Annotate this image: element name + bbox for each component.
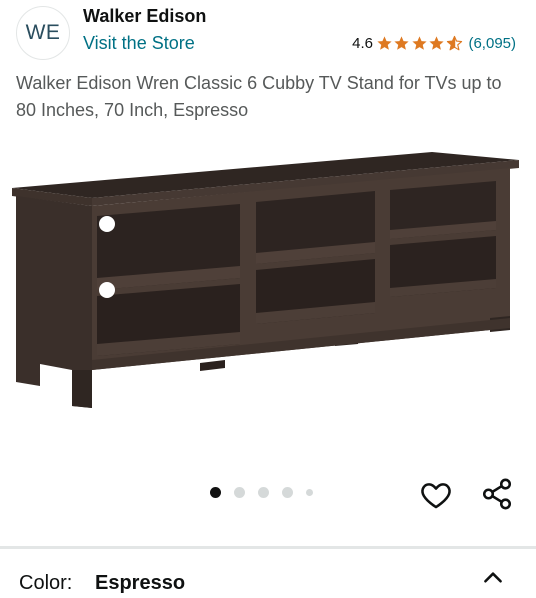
product-image-tv-stand[interactable] — [0, 138, 536, 428]
star-icon — [377, 36, 392, 50]
image-carousel-indicator[interactable] — [210, 487, 326, 498]
visit-store-link[interactable]: Visit the Store — [83, 33, 195, 54]
product-title: Walker Edison Wren Classic 6 Cubby TV St… — [16, 73, 502, 120]
star-icon — [412, 36, 427, 50]
brand-logo[interactable]: WE — [16, 6, 70, 60]
rating-summary[interactable]: 4.6 (6,095) — [352, 35, 516, 52]
brand-name[interactable]: Walker Edison — [83, 6, 206, 27]
half-star-icon — [446, 35, 463, 51]
star-icon — [394, 36, 410, 50]
share-icon[interactable] — [480, 477, 514, 511]
star-icon — [429, 36, 445, 50]
color-label: Color: — [19, 572, 73, 594]
brand-header: WE Walker Edison Visit the Store 4.6 (6,… — [0, 0, 536, 66]
color-variation-row[interactable]: Color: Espresso — [0, 549, 536, 598]
chevron-up-icon[interactable] — [480, 565, 506, 591]
carousel-dot[interactable] — [258, 487, 269, 498]
carousel-dot[interactable] — [210, 487, 221, 498]
rating-value: 4.6 — [352, 35, 373, 52]
carousel-dot[interactable] — [282, 487, 293, 498]
star-rating — [376, 35, 464, 52]
review-count-link[interactable]: (6,095) — [468, 35, 516, 52]
carousel-dot[interactable] — [234, 487, 245, 498]
selected-color-value: Espresso — [95, 572, 186, 594]
carousel-dot[interactable] — [306, 489, 313, 496]
heart-icon[interactable] — [419, 478, 453, 512]
